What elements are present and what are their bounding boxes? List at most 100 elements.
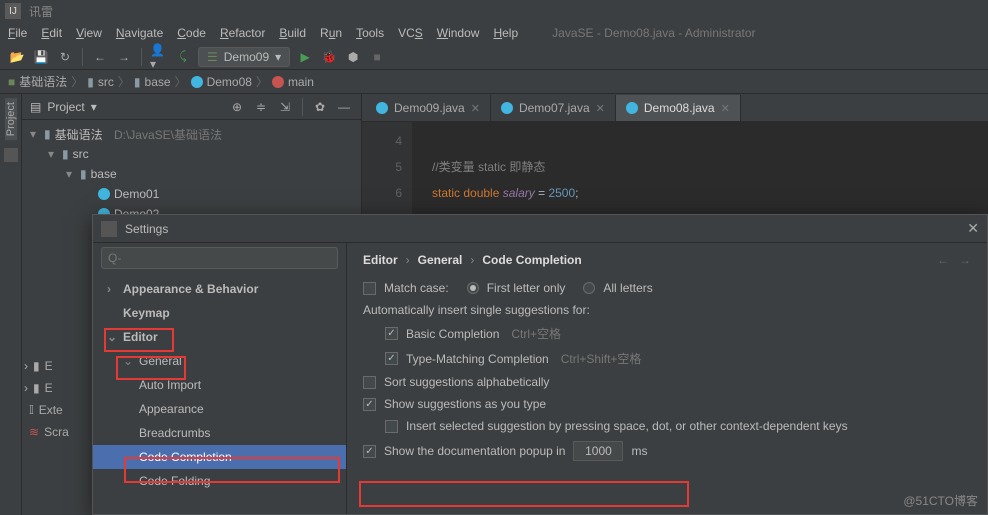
menu-run[interactable]: Run: [320, 26, 342, 40]
editor-tab[interactable]: Demo09.java✕: [366, 95, 491, 121]
build-icon[interactable]: 👤▾: [150, 48, 168, 66]
chevron-down-icon[interactable]: ▾: [91, 100, 97, 114]
settings-dialog: Settings ✕ Q- ›Appearance & Behavior Key…: [92, 214, 988, 515]
window-title: JavaSE - Demo08.java - Administrator: [552, 26, 755, 40]
target-icon[interactable]: ⊕: [228, 98, 246, 116]
main-toolbar: 📂 💾 ↻ ← → 👤▾ ⤹ ☰ Demo09 ▾ ▶ 🐞 ⬢ ■: [0, 44, 988, 70]
chevron-down-icon: ▾: [275, 50, 281, 64]
dialog-titlebar: Settings ✕: [93, 215, 987, 243]
hammer-icon[interactable]: ⤹: [174, 48, 192, 66]
menu-help[interactable]: Help: [493, 26, 518, 40]
tree-file[interactable]: Demo01: [22, 184, 361, 204]
forward-icon[interactable]: →: [959, 253, 971, 267]
crumb-class[interactable]: Demo08: [191, 75, 252, 89]
checkbox[interactable]: [363, 376, 376, 389]
menu-refactor[interactable]: Refactor: [220, 26, 265, 40]
watermark: @51CTO博客: [903, 492, 978, 509]
checkbox[interactable]: [385, 420, 398, 433]
menu-window[interactable]: Window: [437, 26, 480, 40]
stop-icon[interactable]: ■: [368, 48, 386, 66]
run-config-label: Demo09: [224, 50, 269, 64]
settings-content: ← → Editor› General› Code Completion Mat…: [347, 243, 987, 514]
close-icon[interactable]: ✕: [721, 102, 730, 115]
opt-match-case: Match case: First letter only All letter…: [363, 281, 971, 295]
expand-icon[interactable]: ⇲: [276, 98, 294, 116]
crumb-method[interactable]: main: [272, 75, 314, 89]
project-title: Project: [47, 100, 84, 114]
menu-tools[interactable]: Tools: [356, 26, 384, 40]
radio-all-letters[interactable]: [583, 282, 595, 294]
opt-show-doc: Show the documentation popup in ms: [363, 441, 971, 461]
tree-editor[interactable]: ⌄Editor: [93, 325, 346, 349]
separator: [141, 48, 142, 66]
checkbox[interactable]: [385, 327, 398, 340]
open-icon[interactable]: 📂: [8, 48, 26, 66]
tree-code-folding[interactable]: Code Folding: [93, 469, 346, 493]
refresh-icon[interactable]: ↻: [56, 48, 74, 66]
crumb-pkg[interactable]: ▮base: [134, 75, 171, 89]
tree-auto-import[interactable]: Auto Import: [93, 373, 346, 397]
menu-navigate[interactable]: Navigate: [116, 26, 163, 40]
settings-search: Q-: [93, 243, 346, 273]
tool-project-tab[interactable]: Project: [5, 98, 17, 140]
menu-view[interactable]: View: [76, 26, 102, 40]
debug-icon[interactable]: 🐞: [320, 48, 338, 66]
opt-insert-selected: Insert selected suggestion by pressing s…: [385, 419, 971, 433]
os-title: 讯雷: [29, 3, 53, 20]
os-titlebar: IJ 讯雷: [0, 0, 988, 22]
dialog-icon: [101, 221, 117, 237]
collapse-icon[interactable]: ≑: [252, 98, 270, 116]
radio-first-letter[interactable]: [467, 282, 479, 294]
project-header: ▤ Project ▾ ⊕ ≑ ⇲ ✿ —: [22, 94, 361, 120]
editor-tab[interactable]: Demo07.java✕: [491, 95, 616, 121]
auto-insert-label: Automatically insert single suggestions …: [363, 303, 971, 317]
menu-build[interactable]: Build: [279, 26, 306, 40]
tree-truncated: ›▮E ›▮E 𝕀Exte ≋Scra: [24, 355, 69, 443]
menu-vcs[interactable]: VCS: [398, 26, 423, 40]
checkbox[interactable]: [363, 282, 376, 295]
run-config-selector[interactable]: ☰ Demo09 ▾: [198, 47, 290, 67]
tree-root[interactable]: ▾▮基础语法 D:\JavaSE\基础语法: [22, 124, 361, 144]
tree-appearance[interactable]: ›Appearance & Behavior: [93, 277, 346, 301]
settings-breadcrumb: Editor› General› Code Completion: [363, 253, 971, 267]
opt-sort: Sort suggestions alphabetically: [363, 375, 971, 389]
tree-keymap[interactable]: Keymap: [93, 301, 346, 325]
hide-icon[interactable]: —: [335, 98, 353, 116]
menu-code[interactable]: Code: [177, 26, 206, 40]
coverage-icon[interactable]: ⬢: [344, 48, 362, 66]
back-icon[interactable]: ←: [91, 48, 109, 66]
tree-general[interactable]: ⌄General: [93, 349, 346, 373]
checkbox[interactable]: [363, 398, 376, 411]
close-icon[interactable]: ✕: [471, 102, 480, 115]
dialog-title: Settings: [125, 222, 168, 236]
breadcrumb-bar: ■基础语法 〉 ▮src 〉 ▮base 〉 Demo08 〉 main: [0, 70, 988, 94]
tree-appearance2[interactable]: Appearance: [93, 397, 346, 421]
tree-code-completion[interactable]: Code Completion: [93, 445, 346, 469]
app-icon: IJ: [5, 3, 21, 19]
crumb-root[interactable]: ■基础语法: [8, 73, 67, 90]
tree-breadcrumbs[interactable]: Breadcrumbs: [93, 421, 346, 445]
forward-icon[interactable]: →: [115, 48, 133, 66]
tree-src[interactable]: ▾▮src: [22, 144, 361, 164]
run-icon[interactable]: ▶: [296, 48, 314, 66]
close-icon[interactable]: ✕: [967, 220, 979, 237]
doc-delay-input[interactable]: [573, 441, 623, 461]
tree-pkg[interactable]: ▾▮base: [22, 164, 361, 184]
nav-arrows: ← →: [937, 253, 971, 267]
opt-show-suggest: Show suggestions as you type: [363, 397, 971, 411]
checkbox[interactable]: [385, 352, 398, 365]
editor-tabs: Demo09.java✕ Demo07.java✕ Demo08.java✕: [362, 94, 988, 122]
crumb-src[interactable]: ▮src: [87, 75, 114, 89]
settings-sidebar: Q- ›Appearance & Behavior Keymap ⌄Editor…: [93, 243, 347, 514]
checkbox[interactable]: [363, 445, 376, 458]
tool-structure-icon[interactable]: [4, 148, 18, 162]
close-icon[interactable]: ✕: [596, 102, 605, 115]
save-icon[interactable]: 💾: [32, 48, 50, 66]
gear-icon[interactable]: ✿: [311, 98, 329, 116]
opt-basic: Basic Completion Ctrl+空格: [385, 325, 971, 342]
menu-edit[interactable]: Edit: [41, 26, 62, 40]
back-icon[interactable]: ←: [937, 253, 949, 267]
search-input[interactable]: Q-: [101, 247, 338, 269]
menu-file[interactable]: File: [8, 26, 27, 40]
editor-tab[interactable]: Demo08.java✕: [616, 95, 741, 121]
